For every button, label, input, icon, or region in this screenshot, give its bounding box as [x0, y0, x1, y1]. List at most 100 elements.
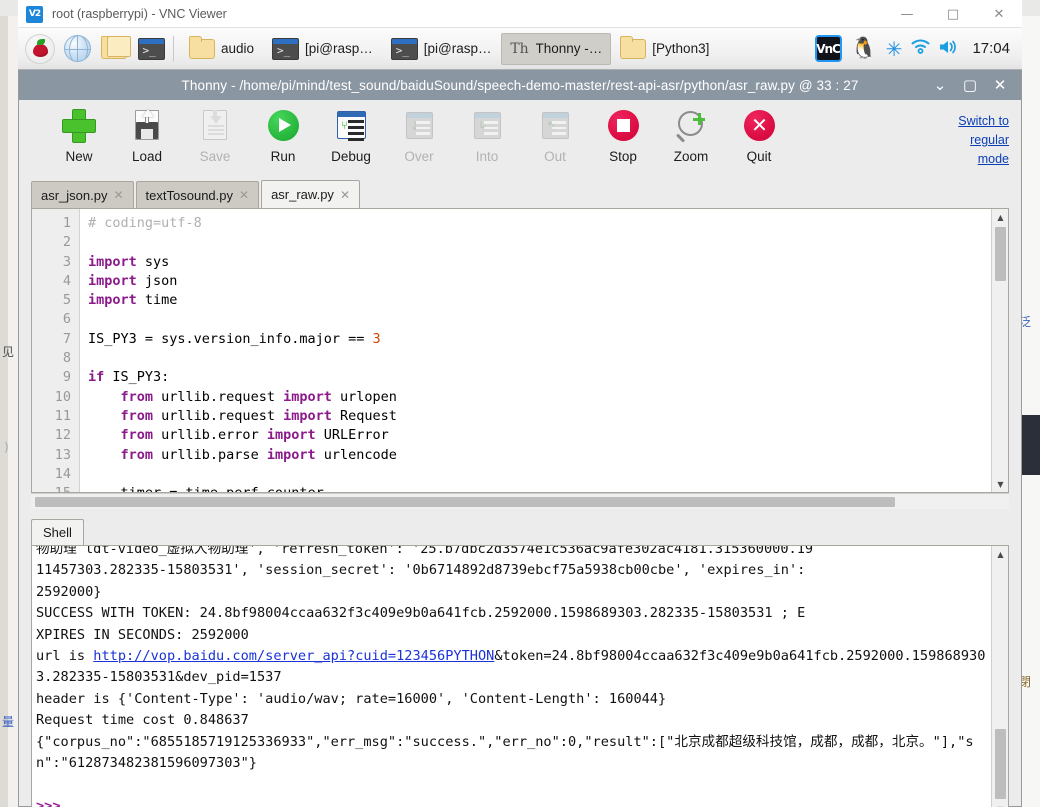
clock[interactable]: 17:04 [972, 40, 1010, 57]
shell-vertical-scrollbar[interactable]: ▲ ▼ [991, 546, 1008, 807]
scrollbar-thumb[interactable] [995, 227, 1006, 281]
taskbar-item-thonny[interactable]: Th Thonny -… [500, 32, 612, 65]
scrollbar-thumb[interactable] [995, 729, 1006, 800]
toolbar-label: Zoom [673, 149, 709, 164]
shell-body[interactable]: 物助理 ldt-video_虚拟人物助理', 'refresh_token': … [31, 545, 1009, 807]
code-text[interactable]: # coding=utf-8 import sys import json im… [80, 209, 991, 492]
maximize-icon[interactable]: □ [930, 0, 976, 28]
wifi-icon[interactable] [911, 39, 930, 58]
new-button[interactable]: New [45, 108, 113, 164]
globe-icon [63, 35, 91, 62]
folder-icon [620, 35, 647, 59]
thonny-titlebar[interactable]: Thonny - /home/pi/mind/test_sound/baiduS… [19, 70, 1021, 100]
maximize-icon[interactable]: ▢ [955, 70, 985, 100]
toolbar-label: Save [199, 149, 231, 164]
taskbar-item-label: [Python3] [652, 41, 710, 56]
terminal-icon: >_ [272, 37, 300, 60]
close-icon[interactable]: ✕ [985, 70, 1015, 100]
thonny-window-title: Thonny - /home/pi/mind/test_sound/baiduS… [181, 77, 859, 93]
scroll-up-icon[interactable]: ▲ [992, 209, 1008, 225]
shell-area: Shell 物助理 ldt-video_虚拟人物助理', 'refresh_to… [31, 519, 1009, 807]
editor-tab-asr-raw[interactable]: asr_raw.py ✕ [261, 180, 360, 208]
file-manager-button[interactable] [98, 33, 131, 65]
terminal-launcher-button[interactable]: >_ [135, 33, 167, 65]
toolbar-label: Into [475, 149, 499, 164]
quit-button[interactable]: ✕ Quit [725, 108, 793, 164]
shell-output[interactable]: 物助理 ldt-video_虚拟人物助理', 'refresh_token': … [32, 546, 991, 807]
folder-icon [189, 35, 215, 59]
vnc-viewer-window: V2 root (raspberrypi) - VNC Viewer — □ ✕ [18, 0, 1022, 28]
taskbar-separator [173, 35, 174, 62]
step-over-button[interactable]: ↓ Over [385, 108, 453, 164]
editor-tab-label: asr_json.py [41, 187, 108, 203]
run-button[interactable]: Run [249, 108, 317, 164]
minimize-icon[interactable]: — [884, 0, 930, 28]
scroll-down-icon[interactable]: ▼ [992, 801, 1008, 807]
step-out-button[interactable]: ↰ Out [521, 108, 589, 164]
editor-body[interactable]: 123456789101112131415 # coding=utf-8 imp… [31, 208, 1009, 493]
line-number: 3 [62, 253, 71, 270]
raspberry-menu-button[interactable] [24, 33, 56, 65]
toolbar-label: Over [404, 149, 434, 164]
line-number: 13 [54, 446, 71, 463]
line-number: 9 [62, 369, 71, 386]
stop-button[interactable]: Stop [589, 108, 657, 164]
bluetooth-icon[interactable]: ✳ [886, 39, 903, 59]
thonny-window-controls: ⌄ ▢ ✕ [925, 70, 1015, 100]
taskbar-item-terminal-2[interactable]: >_ [pi@rasp… [382, 33, 501, 65]
taskbar-item-terminal-1[interactable]: >_ [pi@rasp… [263, 33, 382, 65]
close-icon[interactable]: ✕ [113, 188, 123, 202]
volume-icon[interactable] [939, 39, 960, 59]
close-icon[interactable]: ✕ [239, 188, 249, 202]
scroll-down-icon[interactable]: ▼ [992, 476, 1008, 492]
vnc-titlebar[interactable]: V2 root (raspberrypi) - VNC Viewer — □ ✕ [18, 0, 1022, 28]
editor-tab-asr-json[interactable]: asr_json.py ✕ [31, 181, 134, 208]
tux-icon[interactable]: 🐧 [851, 38, 877, 59]
thonny-icon: Th [510, 40, 529, 57]
close-icon[interactable]: ✕ [340, 188, 350, 202]
zoom-button[interactable]: Zoom [657, 108, 725, 164]
background-text-left-3: 量 [2, 715, 15, 729]
minimize-icon[interactable]: ⌄ [925, 70, 955, 100]
folder-icon [101, 35, 131, 59]
switch-to-regular-mode-link[interactable]: Switch to regular mode [939, 112, 1009, 169]
editor-horizontal-scrollbar[interactable] [31, 493, 1009, 509]
run-icon [265, 108, 301, 144]
toolbar-label: Stop [609, 149, 637, 164]
debug-icon: ⑂ [333, 108, 369, 144]
terminal-icon: >_ [137, 37, 165, 60]
editor-vertical-scrollbar[interactable]: ▲ ▼ [991, 209, 1008, 492]
taskbar-item-audio[interactable]: audio [180, 33, 263, 65]
line-number: 1 [62, 215, 71, 231]
line-number: 14 [54, 465, 71, 482]
tab-shell[interactable]: Shell [31, 519, 84, 545]
editor-tab-label: textTosound.py [145, 187, 233, 203]
editor-tab-texttosound[interactable]: textTosound.py ✕ [135, 181, 260, 208]
thonny-toolbar: New Load Save Run ⑂ Debug Over Into Out … [19, 100, 1021, 180]
scroll-up-icon[interactable]: ▲ [992, 546, 1008, 562]
line-number: 5 [62, 292, 71, 309]
step-into-button[interactable]: ↳ Into [453, 108, 521, 164]
load-button[interactable]: Load [113, 108, 181, 164]
debug-button[interactable]: ⑂ Debug [317, 108, 385, 164]
taskbar: >_ audio >_ [pi@rasp… >_ [pi@rasp… Th Th… [18, 28, 1022, 70]
new-file-icon [61, 108, 97, 144]
toolbar-label: Debug [331, 149, 371, 164]
raspberry-icon [25, 33, 55, 64]
zoom-icon [673, 108, 709, 144]
save-button[interactable]: Save [181, 108, 249, 164]
line-number: 11 [54, 407, 71, 424]
line-number: 2 [62, 234, 71, 251]
taskbar-item-python3[interactable]: [Python3] [611, 33, 718, 65]
scrollbar-thumb[interactable] [35, 497, 895, 507]
web-browser-button[interactable] [61, 33, 93, 65]
step-over-icon: ↓ [401, 108, 437, 144]
taskbar-item-label: audio [221, 41, 255, 56]
system-tray: VnC 🐧 ✳ 17:04 [814, 35, 1016, 62]
shell-tabs: Shell [31, 519, 1009, 545]
toolbar-label: Load [131, 149, 163, 164]
close-icon[interactable]: ✕ [976, 0, 1022, 28]
editor-area: asr_json.py ✕ textTosound.py ✕ asr_raw.p… [31, 180, 1009, 509]
toolbar-label: New [65, 149, 93, 164]
vnc-tray-icon[interactable]: VnC [814, 35, 842, 62]
